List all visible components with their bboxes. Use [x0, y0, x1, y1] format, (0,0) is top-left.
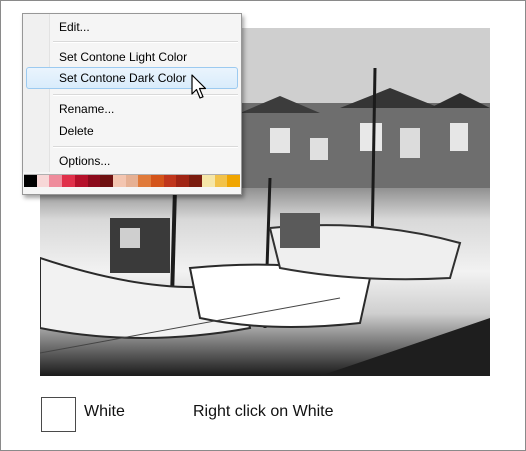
- menu-item-options[interactable]: Options...: [26, 150, 238, 172]
- palette-swatch[interactable]: [138, 175, 152, 187]
- menu-item-label: Set Contone Light Color: [59, 50, 188, 64]
- arrow-cursor-icon: [191, 74, 207, 105]
- white-color-swatch[interactable]: [41, 397, 76, 432]
- palette-swatch[interactable]: [36, 175, 50, 187]
- menu-separator: [53, 94, 238, 96]
- palette-swatch[interactable]: [151, 175, 164, 187]
- menu-item-label: Delete: [59, 124, 94, 138]
- palette-swatch[interactable]: [227, 175, 240, 187]
- palette-swatch[interactable]: [74, 175, 88, 187]
- instruction-text: Right click on White: [193, 403, 334, 420]
- palette-swatch[interactable]: [87, 175, 101, 187]
- palette-swatch[interactable]: [100, 175, 113, 187]
- menu-item-label: Rename...: [59, 102, 115, 116]
- menu-item-label: Set Contone Dark Color: [59, 71, 187, 85]
- menu-item-delete[interactable]: Delete: [26, 120, 238, 142]
- palette-swatch[interactable]: [125, 175, 139, 187]
- palette-swatch[interactable]: [24, 175, 37, 187]
- palette-swatch[interactable]: [214, 175, 228, 187]
- menu-item-edit[interactable]: Edit...: [26, 16, 238, 38]
- context-menu: Edit... Set Contone Light Color Set Cont…: [22, 13, 242, 195]
- palette-swatch[interactable]: [201, 175, 215, 187]
- swatch-label: White: [84, 403, 125, 420]
- color-palette-strip[interactable]: [24, 174, 240, 187]
- palette-swatch[interactable]: [112, 175, 126, 187]
- menu-item-label: Options...: [59, 154, 111, 168]
- palette-swatch[interactable]: [163, 175, 177, 187]
- menu-separator: [53, 146, 238, 148]
- palette-swatch[interactable]: [189, 175, 202, 187]
- palette-swatch[interactable]: [176, 175, 190, 187]
- menu-item-label: Edit...: [59, 20, 90, 34]
- menu-separator: [53, 41, 238, 43]
- menu-item-set-contone-light-color[interactable]: Set Contone Light Color: [26, 46, 238, 68]
- palette-swatch[interactable]: [62, 175, 75, 187]
- palette-swatch[interactable]: [49, 175, 63, 187]
